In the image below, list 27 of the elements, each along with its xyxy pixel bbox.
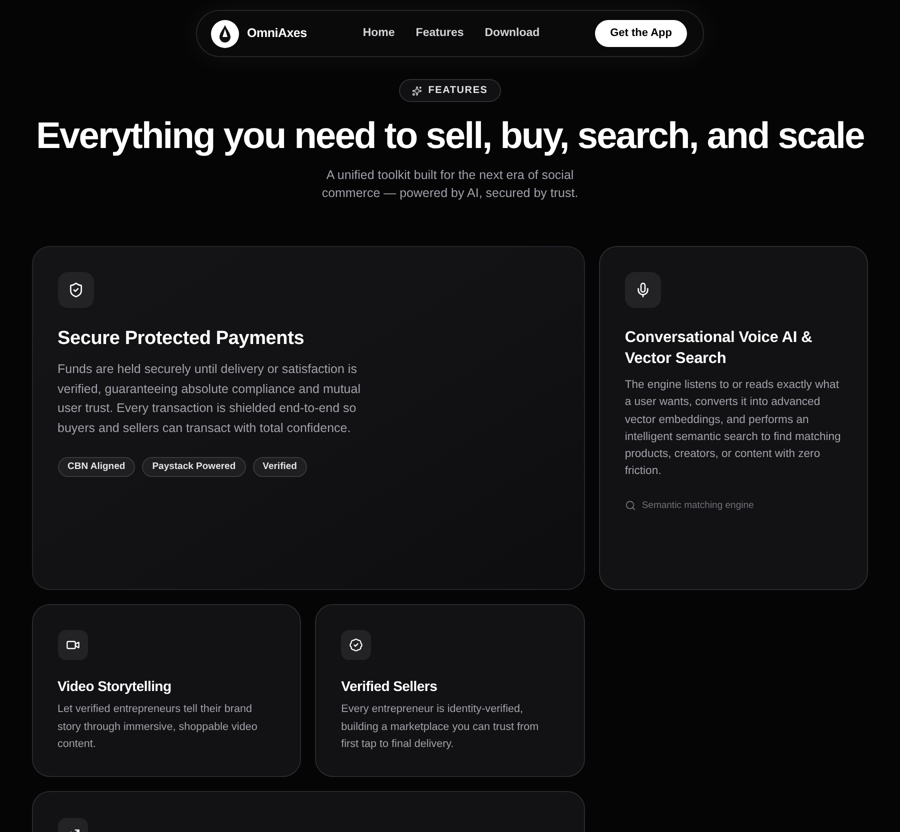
search-icon <box>624 500 636 512</box>
video-camera-icon <box>58 630 88 660</box>
tag-chip: CBN Aligned <box>58 457 136 477</box>
shield-check-icon <box>58 272 94 308</box>
badge-check-icon <box>341 630 372 660</box>
get-app-button[interactable]: Get the App <box>595 20 687 47</box>
tag-chip: Verified <box>252 457 307 477</box>
hero-title: Everything you need to sell, buy, search, and scale <box>36 114 864 158</box>
card-title: Conversational Voice AI & Vector Search <box>624 328 814 369</box>
microphone-icon <box>624 272 661 308</box>
card-description: Every entrepreneur is identity-verified, building a marketplace you can trust from first tap to final delivery. <box>341 702 540 752</box>
card-title: Verified Sellers <box>341 677 438 696</box>
nav-link[interactable]: Home <box>362 24 395 42</box>
card-description: The engine listens to or reads exactly what a user wants, converts it into advanced vector embeddings, and performs an intelligent semantic search to find matching products, creators, or content with zero friction. <box>624 378 842 480</box>
card-title: Secure Protected Payments <box>58 327 306 351</box>
tag-chip: Paystack Powered <box>142 457 246 477</box>
card-footnote: Semantic matching engine <box>642 498 754 513</box>
nav-link[interactable]: Features <box>416 24 464 42</box>
sparkle-icon <box>412 86 422 96</box>
card-description: Funds are held securely until delivery or satisfaction is verified, guaranteeing absolute compliance and mutual user trust. Every transaction is shielded end-to-end so buyers and sellers can transact with total confidence. <box>58 361 362 437</box>
badge-label: FEATURES <box>428 84 488 98</box>
card-description: Let verified entrepreneurs tell their brand story through immersive, shoppable video content. <box>58 702 258 752</box>
nav-link[interactable]: Download <box>484 24 540 42</box>
logo-icon <box>211 20 239 48</box>
brand-name: OmniAxes <box>247 25 307 42</box>
hero-subtitle: A unified toolkit built for the next era of social commerce — powered by AI, secured by trust. <box>320 167 580 202</box>
card-title: Video Storytelling <box>58 677 172 696</box>
